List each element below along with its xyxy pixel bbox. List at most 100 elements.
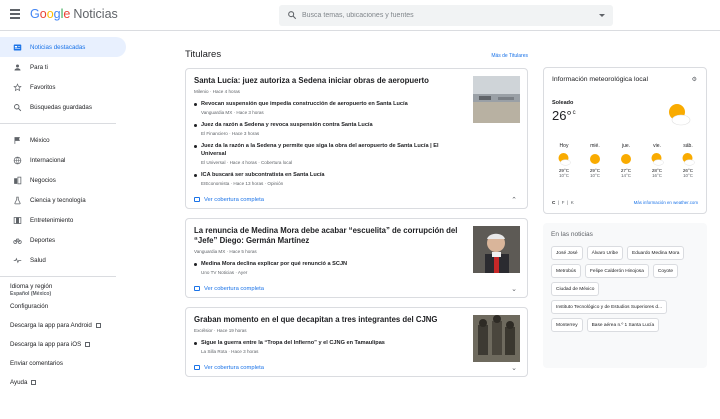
logo-letter: g (53, 7, 61, 21)
ios-app-link[interactable]: Descarga la app para iOS (0, 335, 126, 354)
search-options-icon[interactable] (599, 14, 605, 17)
building-icon (12, 175, 22, 185)
sidebar-item-label: Para ti (30, 63, 48, 71)
language-region[interactable]: Idioma y región Español (México) (0, 283, 126, 297)
full-coverage-link[interactable]: Ver cobertura completa ⌃ (194, 191, 519, 208)
chevron-down-icon[interactable]: ⌄ (511, 364, 517, 372)
topic-chip[interactable]: Base aérea n.º 1 Santa Lucía (586, 318, 660, 332)
forecast-day: vie. 28°C 16°C (645, 143, 669, 178)
topic-chip[interactable]: Ciudad de México (551, 282, 600, 296)
sidebar-item-para-ti[interactable]: Para ti (0, 57, 126, 77)
topic-chip[interactable]: Felipe Calderón Hinojosa (585, 264, 649, 278)
article-thumbnail[interactable] (473, 226, 520, 273)
topic-chip[interactable]: José José (551, 246, 583, 260)
article-thumbnail[interactable] (473, 315, 520, 362)
in-the-news: En las noticias José José Álvaro Uribe Edu… (543, 223, 707, 368)
person-icon (12, 62, 22, 72)
sidebar-item-label: Deportes (30, 236, 56, 244)
unit-switcher[interactable]: C | F | K (552, 200, 574, 205)
related-article-title[interactable]: Revocan suspensión que impedía construcc… (201, 100, 442, 108)
article-title[interactable]: La renuncia de Medina Mora debe acabar “… (194, 226, 464, 246)
sidebar-item-negocios[interactable]: Negocios (0, 170, 126, 190)
unit-f[interactable]: F (562, 200, 565, 205)
menu-icon[interactable] (10, 9, 20, 19)
sidebar-item-favoritos[interactable]: Favoritos (0, 77, 126, 97)
related-article[interactable]: Juez da la razón a la Sedena y permite q… (194, 142, 442, 165)
help-link[interactable]: Ayuda (0, 373, 126, 392)
related-article-title[interactable]: Sigue la guerra entre la “Tropa del Infi… (201, 339, 442, 347)
more-headlines-link[interactable]: Más de Titulares (491, 53, 528, 59)
globe-icon (12, 155, 22, 165)
sidebar-item-salud[interactable]: Salud (0, 250, 126, 270)
sidebar-item-label: Salud (30, 256, 46, 264)
related-article[interactable]: Medina Mora declina explicar por qué ren… (194, 260, 442, 275)
logo-letter: e (63, 7, 71, 21)
search-box[interactable] (279, 5, 613, 26)
related-article[interactable]: Revocan suspensión que impedía construcc… (194, 100, 442, 115)
chevron-up-icon[interactable]: ⌃ (511, 196, 517, 204)
sidebar-item-label: Ciencia y tecnología (30, 196, 86, 204)
flag-icon (12, 135, 22, 145)
news-card: Santa Lucía: juez autoriza a Sedena inic… (185, 68, 528, 209)
related-article-title[interactable]: Juez da la razón a la Sedena y permite q… (201, 142, 442, 158)
sidebar-item-ciencia-y-tecnologia[interactable]: Ciencia y tecnología (0, 190, 126, 210)
full-coverage-link[interactable]: Ver cobertura completa ⌄ (194, 280, 519, 297)
sidebar-item-deportes[interactable]: Deportes (0, 230, 126, 250)
related-article-title[interactable]: Medina Mora declina explicar por qué ren… (201, 260, 442, 268)
sidebar-item-entretenimiento[interactable]: Entretenimiento (0, 210, 126, 230)
article-meta: Milenio · Hace 4 horas (194, 89, 240, 94)
article-thumbnail[interactable] (473, 76, 520, 123)
sidebar-item-busquedas-guardadas[interactable]: Búsquedas guardadas (0, 97, 126, 117)
forecast-day: Hoy 29°C 10°C (552, 143, 576, 178)
forecast-low: 10°C (559, 173, 569, 178)
topic-chip[interactable]: Coyote (652, 264, 679, 278)
sidebar-item-internacional[interactable]: Internacional (0, 150, 126, 170)
article-meta: Excélsior · Hace 19 horas (194, 328, 247, 333)
help-label: Ayuda (10, 379, 28, 386)
full-coverage-icon (194, 197, 200, 202)
settings-link[interactable]: Configuración (0, 297, 126, 316)
related-article-meta: El Financiero · Hace 3 horas (201, 131, 260, 136)
android-app-link[interactable]: Descarga la app para Android (0, 316, 126, 335)
gear-icon[interactable]: ⚙ (692, 76, 697, 83)
sidebar-item-noticias-destacadas[interactable]: Noticias destacadas (0, 37, 126, 57)
topic-chip[interactable]: Eduardo Medina Mora (627, 246, 685, 260)
partly-sunny-icon (669, 104, 691, 126)
article-title[interactable]: Santa Lucía: juez autoriza a Sedena inic… (194, 76, 464, 86)
related-article[interactable]: Sigue la guerra entre la “Tropa del Infi… (194, 339, 442, 354)
sidebar-item-label: Noticias destacadas (30, 43, 86, 51)
logo-product: Noticias (73, 7, 118, 21)
feedback-link[interactable]: Enviar comentarios (0, 354, 126, 373)
news-card: La renuncia de Medina Mora debe acabar “… (185, 218, 528, 298)
topic-chip[interactable]: Álvaro Uribe (586, 246, 624, 260)
unit-c[interactable]: C (552, 200, 555, 205)
related-article-title[interactable]: ICA buscará ser subcontratista en Santa … (201, 171, 442, 179)
logo-letter: o (46, 7, 54, 21)
sidebar-divider (0, 123, 116, 124)
weather-source-link[interactable]: Más información en weather.com (634, 200, 698, 205)
sidebar-divider (0, 276, 116, 277)
chevron-down-icon[interactable]: ⌄ (511, 285, 517, 293)
full-coverage-link[interactable]: Ver cobertura completa ⌄ (194, 359, 519, 376)
topic-chip[interactable]: Instituto Tecnológico y de Estudios Supe… (551, 300, 668, 314)
article-title[interactable]: Graban momento en el que decapitan a tre… (194, 315, 464, 325)
news-card: Graban momento en el que decapitan a tre… (185, 307, 528, 377)
related-article[interactable]: Juez da razón a Sedena y revoca suspensi… (194, 121, 442, 136)
full-coverage-icon (194, 286, 200, 291)
related-article[interactable]: ICA buscará ser subcontratista en Santa … (194, 171, 442, 186)
topic-chip[interactable]: Monterrey (551, 318, 583, 332)
related-article-title[interactable]: Juez da razón a Sedena y revoca suspensi… (201, 121, 442, 129)
logo-google: Google (30, 7, 70, 21)
full-coverage-icon (194, 365, 200, 370)
android-label: Descarga la app para Android (10, 322, 92, 329)
topic-chip[interactable]: Metrobús (551, 264, 581, 278)
unit-k[interactable]: K (571, 200, 574, 205)
forecast-low: 10°C (683, 173, 693, 178)
settings-label: Configuración (10, 303, 49, 310)
article-meta: Vanguardia MX · Hace 5 horas (194, 249, 257, 254)
google-news-logo[interactable]: Google Noticias (30, 7, 118, 21)
news-icon (12, 42, 22, 52)
sidebar-item-mexico[interactable]: México (0, 130, 126, 150)
sun-icon (619, 152, 633, 166)
search-input[interactable] (302, 8, 582, 23)
